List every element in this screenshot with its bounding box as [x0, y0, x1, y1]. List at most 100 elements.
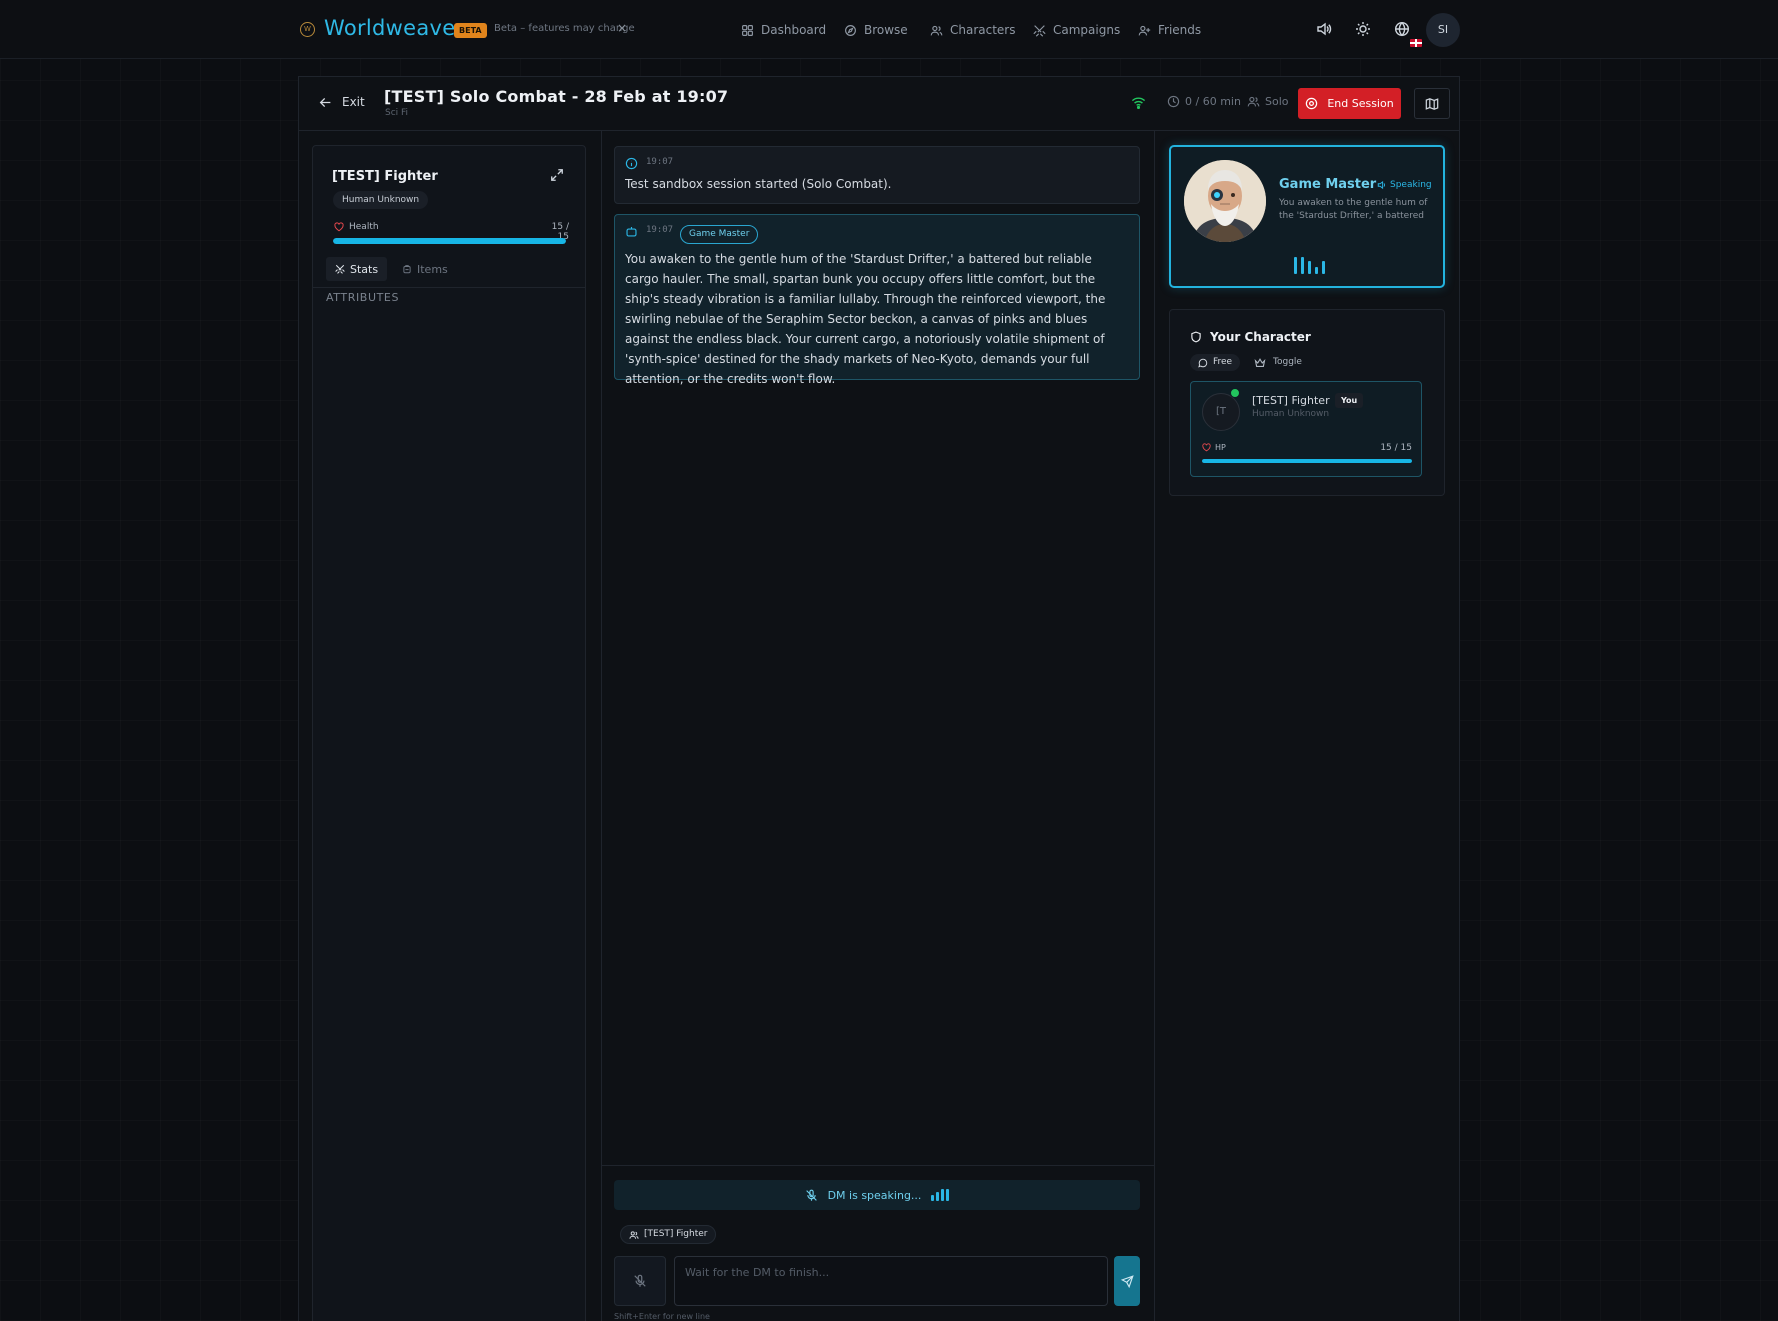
globe-icon[interactable] [1394, 21, 1410, 37]
pc-race: Human Unknown [1252, 409, 1330, 419]
wifi-icon [1131, 97, 1146, 110]
toggle-mode-label: Toggle [1273, 357, 1302, 367]
attributes-heading: ATTRIBUTES [326, 291, 400, 304]
sun-icon[interactable] [1355, 21, 1371, 37]
pc-hp-bar-fill [1202, 459, 1412, 463]
end-session-button[interactable]: End Session [1298, 88, 1401, 119]
nav-characters[interactable]: Characters [930, 21, 1016, 39]
chat-bubble-icon [1198, 358, 1208, 368]
mic-button[interactable] [614, 1256, 666, 1306]
info-icon [625, 157, 638, 170]
user-avatar[interactable]: SI [1426, 13, 1460, 47]
tab-items-label: Items [417, 262, 448, 276]
session-genre: Sci Fi [385, 108, 409, 118]
nav-browse[interactable]: Browse [844, 21, 908, 39]
nav-characters-label: Characters [950, 23, 1016, 37]
your-character-heading: Your Character [1190, 330, 1311, 344]
pc-hp-bar [1202, 459, 1412, 463]
exit-label: Exit [342, 95, 365, 109]
pc-hp-label: HP [1215, 443, 1226, 452]
send-icon [1120, 1274, 1134, 1288]
free-mode-chip[interactable]: Free [1190, 354, 1241, 371]
tab-items[interactable]: Items [393, 257, 457, 281]
your-character-card: Your Character Free Toggle [T [TEST] Fig… [1169, 309, 1445, 496]
map-icon [1425, 97, 1439, 110]
user-plus-icon [1138, 25, 1151, 35]
tab-stats[interactable]: Stats [326, 257, 388, 281]
users-icon [629, 1230, 639, 1239]
nav-dashboard-label: Dashboard [761, 23, 827, 37]
tabs-divider [313, 287, 585, 288]
dm-status: DM is speaking... [827, 1188, 922, 1202]
message-text: Test sandbox session started (Solo Comba… [625, 177, 892, 191]
message-text: You awaken to the gentle hum of the 'Sta… [625, 252, 1106, 386]
speaking-as-label: [TEST] Fighter [644, 1229, 708, 1239]
clock-icon [1167, 95, 1180, 108]
toggle-mode-button[interactable]: Toggle [1254, 354, 1302, 371]
volume-icon[interactable] [1316, 21, 1332, 37]
exit-button[interactable]: Exit [319, 95, 365, 109]
session-title: [TEST] Solo Combat - 28 Feb at 19:07 [384, 87, 729, 106]
end-session-label: End Session [1327, 97, 1394, 110]
nav-browse-label: Browse [864, 23, 908, 37]
users-icon [930, 25, 943, 35]
gm-portrait [1184, 160, 1266, 242]
nav-campaigns[interactable]: Campaigns [1033, 21, 1120, 39]
you-badge: You [1335, 393, 1364, 408]
session-header: Exit [TEST] Solo Combat - 28 Feb at 19:0… [299, 77, 1459, 131]
gm-portrait-image [1184, 160, 1266, 242]
gm-name: Game Master [1279, 177, 1377, 192]
users-icon [1247, 96, 1260, 107]
swords-icon [1033, 24, 1046, 37]
game-master-card[interactable]: Game Master Speaking You awaken to the g… [1169, 145, 1445, 288]
swords-icon [335, 264, 345, 274]
free-mode-label: Free [1213, 357, 1233, 367]
mic-off-icon [634, 1274, 646, 1287]
race-badge: Human Unknown [333, 191, 429, 209]
compass-icon [845, 24, 856, 36]
online-indicator [1230, 388, 1240, 398]
send-button[interactable] [1114, 1256, 1140, 1306]
nav-friends[interactable]: Friends [1138, 21, 1201, 39]
mic-off-icon [805, 1189, 817, 1201]
session-timer: 0 / 60 min [1167, 95, 1241, 108]
nav-friends-label: Friends [1158, 23, 1202, 37]
session-mode: Solo [1247, 95, 1289, 108]
mode-label: Solo [1265, 95, 1289, 108]
robot-icon [626, 227, 637, 237]
stop-circle-icon [1306, 97, 1318, 110]
map-button[interactable] [1414, 88, 1450, 119]
crown-icon [1254, 357, 1266, 367]
participants-panel: Game Master Speaking You awaken to the g… [1155, 131, 1459, 1321]
heart-icon [334, 222, 344, 232]
shield-icon [1191, 331, 1201, 343]
session-frame: Exit [TEST] Solo Combat - 28 Feb at 19:0… [298, 76, 1460, 1321]
brand-name[interactable]: Worldweave [324, 16, 456, 40]
health-label-row: Health [334, 222, 379, 232]
player-character-card[interactable]: [T [TEST] Fighter You Human Unknown HP 1… [1190, 381, 1422, 477]
timer-value: 0 / 60 min [1185, 95, 1241, 108]
gm-message-preview: You awaken to the gentle hum of the 'Sta… [1279, 198, 1428, 221]
chat-panel: 19:07 Test sandbox session started (Solo… [601, 131, 1155, 1321]
expand-icon[interactable] [550, 168, 564, 182]
gm-message: 19:07 Game Master You awaken to the gent… [614, 214, 1140, 386]
beta-close-icon[interactable]: × [617, 21, 627, 35]
uk-flag-icon [1410, 39, 1422, 47]
your-character-title: Your Character [1210, 330, 1311, 344]
gm-speaking-status: Speaking [1377, 180, 1432, 190]
heart-icon [1202, 443, 1211, 452]
nav-campaigns-label: Campaigns [1053, 23, 1121, 37]
speaking-as-chip[interactable]: [TEST] Fighter [620, 1225, 717, 1244]
pc-avatar: [T [1202, 393, 1240, 431]
speaker-badge: Game Master [680, 225, 759, 244]
character-sheet-panel: [TEST] Fighter Human Unknown Health 15 /… [312, 145, 586, 1321]
health-bar-fill [333, 238, 566, 244]
system-message: 19:07 Test sandbox session started (Solo… [614, 146, 1140, 204]
chat-input-area: DM is speaking... [TEST] Fighter Shift+E… [602, 1165, 1154, 1321]
volume-icon [1377, 180, 1385, 190]
tab-stats-label: Stats [350, 262, 379, 276]
nav-dashboard[interactable]: Dashboard [741, 21, 826, 39]
gm-status-label: Speaking [1390, 180, 1432, 190]
health-label: Health [349, 222, 379, 232]
message-input[interactable] [674, 1256, 1108, 1306]
